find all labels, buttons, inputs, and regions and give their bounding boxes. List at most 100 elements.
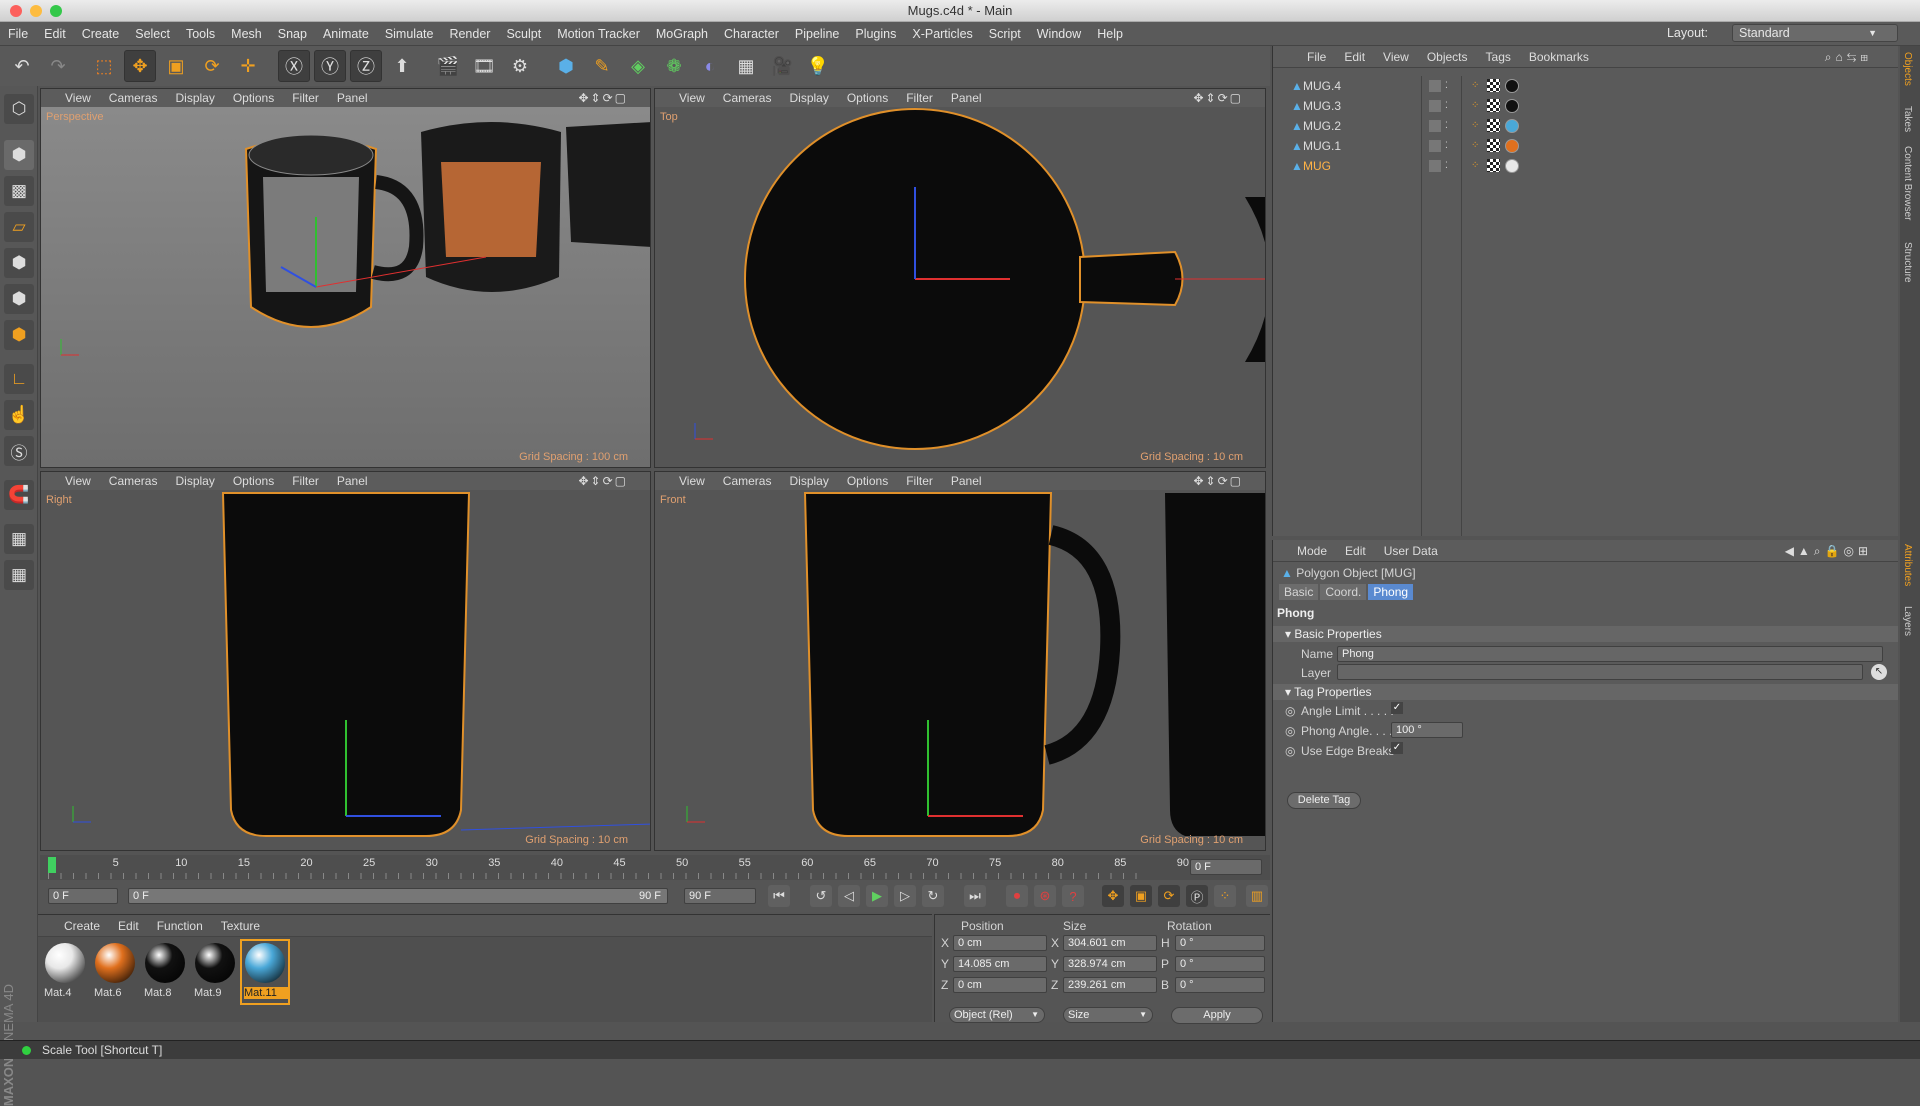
radio-icon[interactable]: ◎: [1285, 704, 1295, 718]
light-icon[interactable]: 💡: [802, 50, 834, 82]
vp-menu-view[interactable]: View: [65, 91, 91, 105]
menu-file[interactable]: File: [8, 27, 28, 41]
object-row[interactable]: ▲ MUG.3 ⁚ ⁘: [1275, 96, 1891, 115]
recent-tool-icon[interactable]: ✛: [232, 50, 264, 82]
menu-sculpt[interactable]: Sculpt: [506, 27, 541, 41]
menu-select[interactable]: Select: [135, 27, 170, 41]
vp-menu-display[interactable]: Display: [789, 474, 828, 488]
visibility-dots-icon[interactable]: ⁚: [1445, 120, 1448, 131]
position-field[interactable]: 14.085 cm: [953, 956, 1047, 972]
viewport-front[interactable]: View Cameras Display Options Filter Pane…: [654, 471, 1266, 851]
material-swatch[interactable]: Mat.4: [42, 941, 88, 1003]
playhead[interactable]: [48, 857, 56, 873]
viewport-perspective[interactable]: View Cameras Display Options Filter Pane…: [40, 88, 651, 468]
render-settings-icon[interactable]: ⚙: [504, 50, 536, 82]
object-row[interactable]: ▲ MUG.4 ⁚ ⁘: [1275, 76, 1891, 95]
om-menu-objects[interactable]: Objects: [1427, 50, 1468, 64]
go-to-start-icon[interactable]: ⏮: [768, 885, 790, 907]
om-menu-tags[interactable]: Tags: [1486, 50, 1511, 64]
phong-tag-icon[interactable]: ⁘: [1471, 80, 1479, 91]
next-key-icon[interactable]: ↻: [922, 885, 944, 907]
viewport-right[interactable]: View Cameras Display Options Filter Pane…: [40, 471, 651, 851]
vp-menu-options[interactable]: Options: [847, 474, 888, 488]
material-tag-icon[interactable]: [1505, 158, 1519, 173]
layer-field[interactable]: [1337, 664, 1863, 680]
size-mode-select[interactable]: Size ▼: [1063, 1007, 1153, 1023]
top-canvas[interactable]: Top Grid Spacing : 10 cm: [655, 107, 1265, 467]
side-tab-structure[interactable]: Structure: [1902, 242, 1913, 283]
menu-snap[interactable]: Snap: [278, 27, 307, 41]
scale-tool-icon[interactable]: ▣: [160, 50, 192, 82]
layer-icon[interactable]: [1429, 79, 1441, 92]
tab-basic[interactable]: Basic: [1279, 584, 1319, 600]
object-row[interactable]: ▲ MUG.1 ⁚ ⁘: [1275, 136, 1891, 155]
menu-help[interactable]: Help: [1097, 27, 1123, 41]
vp-menu-view[interactable]: View: [679, 91, 705, 105]
live-selection-icon[interactable]: ⬚: [88, 50, 120, 82]
points-mode-icon[interactable]: ⬢: [4, 248, 34, 278]
vp-menu-display[interactable]: Display: [789, 91, 828, 105]
vp-menu-panel[interactable]: Panel: [337, 91, 368, 105]
undo-icon[interactable]: ↶: [6, 50, 38, 82]
floor-icon[interactable]: ▦: [730, 50, 762, 82]
layer-icon[interactable]: [1429, 139, 1441, 152]
mm-menu-create[interactable]: Create: [64, 919, 100, 933]
menu-simulate[interactable]: Simulate: [385, 27, 434, 41]
side-tab-attributes[interactable]: Attributes: [1902, 544, 1913, 586]
end-frame-field[interactable]: 90 F: [684, 888, 756, 904]
right-canvas[interactable]: Right Grid Spacing : 10 cm: [41, 490, 650, 850]
vp-menu-panel[interactable]: Panel: [951, 474, 982, 488]
radio-icon[interactable]: ◎: [1285, 744, 1295, 758]
tab-coord[interactable]: Coord.: [1320, 584, 1367, 600]
nav-arrows-icon[interactable]: ◀▲⌕🔒◎⊞: [1785, 544, 1872, 559]
name-field[interactable]: Phong: [1337, 646, 1883, 662]
record-rotation-icon[interactable]: ⟳: [1158, 885, 1180, 907]
axis-mode-icon[interactable]: ∟: [4, 364, 34, 394]
tag-properties-header[interactable]: ▾ Tag Properties: [1273, 684, 1898, 700]
vp-menu-cameras[interactable]: Cameras: [723, 474, 772, 488]
uvw-tag-icon[interactable]: [1487, 79, 1500, 92]
previous-key-icon[interactable]: ↺: [810, 885, 832, 907]
make-editable-icon[interactable]: ⬡: [4, 94, 34, 124]
phong-angle-field[interactable]: 100 °: [1391, 722, 1463, 738]
timeline[interactable]: 051015202530354045505560657075808590 0 F: [40, 855, 1270, 881]
size-field[interactable]: 239.261 cm: [1063, 977, 1157, 993]
apply-button[interactable]: Apply: [1171, 1007, 1263, 1024]
material-tag-icon[interactable]: [1505, 78, 1519, 93]
y-axis-lock-icon[interactable]: Ⓨ: [314, 50, 346, 82]
size-field[interactable]: 304.601 cm: [1063, 935, 1157, 951]
uvw-tag-icon[interactable]: [1487, 139, 1500, 152]
search-icon[interactable]: ⌕⌂⇆⊞: [1825, 50, 1872, 65]
am-menu-edit[interactable]: Edit: [1345, 544, 1366, 558]
subdivision-surface-icon[interactable]: ◈: [622, 50, 654, 82]
layer-icon[interactable]: [1429, 119, 1441, 132]
edges-mode-icon[interactable]: ⬢: [4, 284, 34, 314]
material-swatch[interactable]: Mat.8: [142, 941, 188, 1003]
vp-menu-options[interactable]: Options: [847, 91, 888, 105]
menu-script[interactable]: Script: [989, 27, 1021, 41]
menu-window[interactable]: Window: [1037, 27, 1081, 41]
object-name[interactable]: MUG.4: [1303, 79, 1341, 93]
menu-mesh[interactable]: Mesh: [231, 27, 262, 41]
cube-primitive-icon[interactable]: ⬢: [550, 50, 582, 82]
viewport-nav-icons[interactable]: ✥⇕⟳▢: [1193, 91, 1243, 105]
layer-icon[interactable]: [1429, 159, 1441, 172]
vp-menu-view[interactable]: View: [679, 474, 705, 488]
rotation-field[interactable]: 0 °: [1175, 935, 1265, 951]
side-tab-content-browser[interactable]: Content Browser: [1902, 146, 1913, 220]
record-pla-icon[interactable]: ⁘: [1214, 885, 1236, 907]
material-swatch[interactable]: Mat.9: [192, 941, 238, 1003]
zoom-window-button[interactable]: [50, 5, 62, 17]
mm-menu-function[interactable]: Function: [157, 919, 203, 933]
uvw-tag-icon[interactable]: [1487, 99, 1500, 112]
vp-menu-view[interactable]: View: [65, 474, 91, 488]
om-menu-view[interactable]: View: [1383, 50, 1409, 64]
texture-mode-icon[interactable]: ▩: [4, 176, 34, 206]
viewport-nav-icons[interactable]: ✥⇕⟳▢: [578, 91, 628, 105]
side-tab-takes[interactable]: Takes: [1902, 106, 1913, 132]
layout-select[interactable]: Standard ▼: [1732, 24, 1898, 42]
vp-menu-cameras[interactable]: Cameras: [109, 91, 158, 105]
planar-workplane-icon[interactable]: ▦: [4, 560, 34, 590]
tab-phong[interactable]: Phong: [1368, 584, 1414, 600]
snapping-icon[interactable]: 🧲: [4, 480, 34, 510]
